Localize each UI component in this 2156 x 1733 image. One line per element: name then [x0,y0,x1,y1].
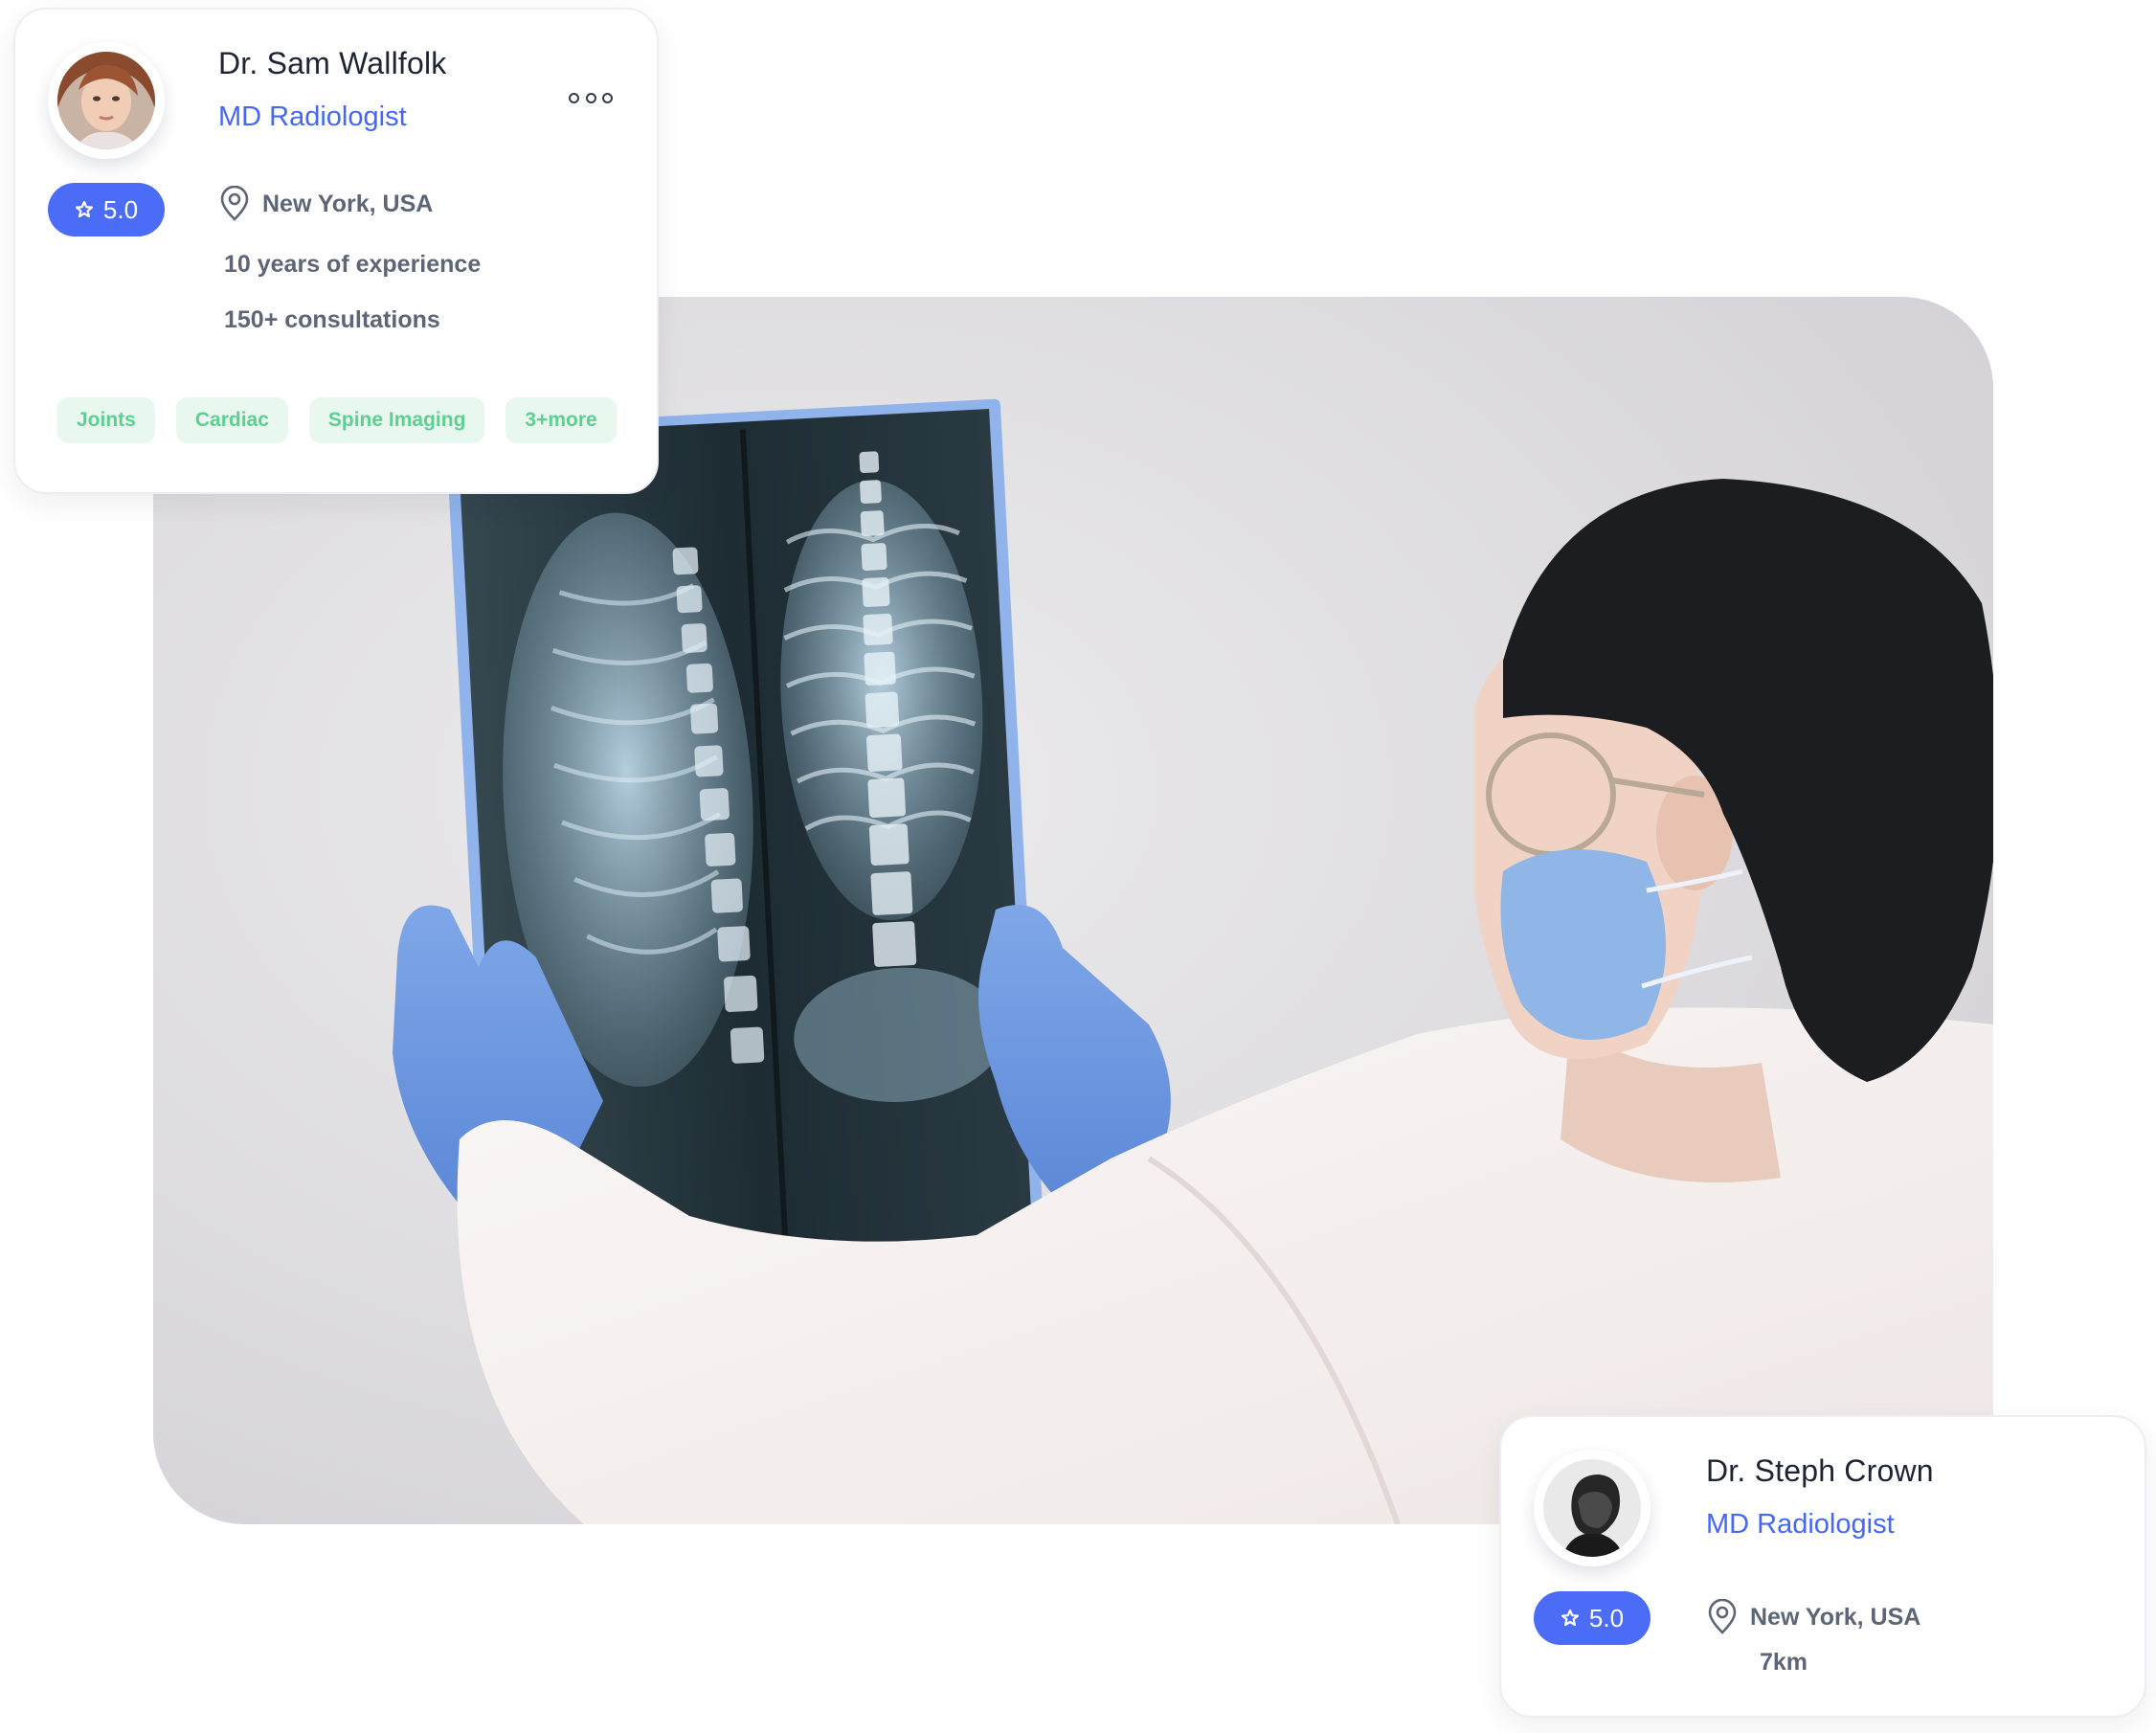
rating-value: 5.0 [102,194,139,224]
doctor-name: Dr. Sam Wallfolk [218,46,447,80]
doctor-portrait-icon [1543,1459,1641,1557]
avatar [48,42,165,159]
doctor-specialty: MD Radiologist [218,101,407,132]
rating-badge: 5.0 [1534,1591,1651,1645]
specialty-tags: Joints Cardiac Spine Imaging 3+more [57,397,617,443]
distance-text: 7km [1760,1649,1808,1676]
location-text: New York, USA [262,190,434,217]
map-pin-icon [220,186,249,221]
tag-cardiac[interactable]: Cardiac [175,397,288,443]
star-icon [75,200,94,218]
map-pin-icon [1708,1599,1737,1634]
more-dot [569,92,579,103]
doctor-card-primary[interactable]: Dr. Sam Wallfolk MD Radiologist 5.0 New … [13,8,659,494]
tag-spine-imaging[interactable]: Spine Imaging [308,397,485,443]
doctor-name: Dr. Steph Crown [1706,1453,1934,1488]
doctor-card-secondary[interactable]: Dr. Steph Crown MD Radiologist 5.0 New Y… [1499,1415,2146,1718]
tag-more[interactable]: 3+more [505,397,617,443]
more-dot [585,92,596,103]
consultations-text: 150+ consultations [224,306,440,333]
star-icon [1561,1609,1580,1627]
tag-joints[interactable]: Joints [57,397,155,443]
location-row: New York, USA [1706,1599,1920,1635]
rating-value: 5.0 [1588,1603,1625,1632]
avatar [1534,1450,1651,1566]
location-row: New York, USA [218,186,433,222]
doctor-specialty: MD Radiologist [1706,1509,1895,1540]
more-options-button[interactable] [569,86,613,109]
experience-text: 10 years of experience [224,251,482,278]
more-dot [602,92,613,103]
rating-badge: 5.0 [48,183,165,236]
doctor-portrait-icon [57,52,155,149]
location-text: New York, USA [1750,1603,1921,1631]
